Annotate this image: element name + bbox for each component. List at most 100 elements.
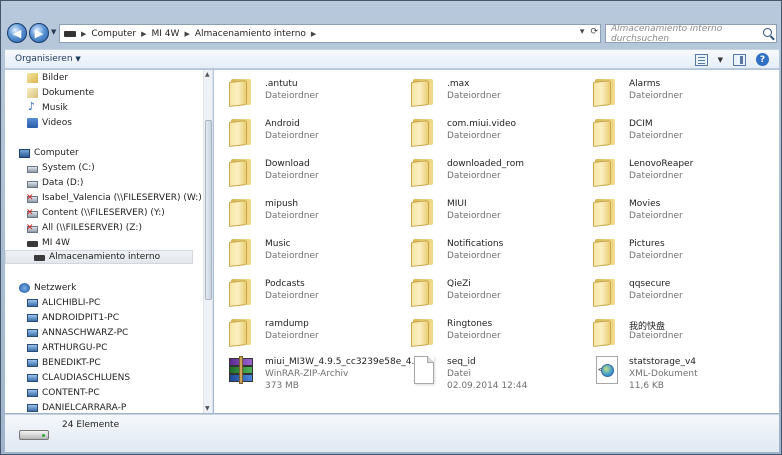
search-icon[interactable] [763,28,772,37]
view-dropdown-icon[interactable]: ▼ [718,56,723,64]
pc-icon [27,359,38,367]
nav-item-drive-d[interactable]: Data (D:) [27,176,83,190]
nav-label: ANNASCHWARZ-PC [42,328,129,338]
address-bar[interactable]: ▶ Computer ▶ MI 4W ▶ Almacenamiento inte… [59,24,601,43]
file-item[interactable]: Alarms Dateiordner [578,72,754,110]
file-item[interactable]: Download Dateiordner [214,152,390,190]
file-item[interactable]: .max Dateiordner [396,72,572,110]
file-item[interactable]: Movies Dateiordner [578,192,754,230]
nav-label: Videos [42,118,72,128]
file-item[interactable]: mipush Dateiordner [214,192,390,230]
file-type: Dateiordner [629,171,683,181]
file-item[interactable]: downloaded_rom Dateiordner [396,152,572,190]
file-item[interactable]: seq_id Datei 02.09.2014 12:44 [396,350,572,391]
file-name: mipush [265,199,299,209]
help-icon[interactable]: ? [756,53,769,66]
breadcrumb-storage[interactable]: Almacenamiento interno [195,29,306,39]
nav-scrollbar[interactable]: ▲ ▼ [203,70,212,413]
change-view-icon[interactable] [694,53,708,66]
breadcrumb-computer[interactable]: Computer [91,29,136,39]
file-item[interactable]: Podcasts Dateiordner [214,272,390,310]
nav-item-pc[interactable]: BENEDIKT-PC [27,356,101,370]
file-item[interactable]: MIUI Dateiordner [396,192,572,230]
nav-item-drive-z[interactable]: All (\\FILESERVER) (Z:) [26,221,142,235]
device-icon [27,241,38,247]
nav-item-music[interactable]: Musik [27,100,68,115]
back-button[interactable]: ◀ [7,23,27,43]
nav-item-pc[interactable]: ANNASCHWARZ-PC [27,326,128,340]
nav-item-pc[interactable]: DANIELCARRARA-P [27,401,126,413]
organize-button[interactable]: Organisieren ▼ [15,54,81,64]
file-name: downloaded_rom [447,159,525,169]
nav-item-documents[interactable]: Dokumente [27,86,94,100]
folder-icon [409,198,437,227]
pc-icon [27,404,38,412]
chevron-right-icon[interactable]: ▶ [311,30,316,38]
file-item[interactable]: qqsecure Dateiordner [578,272,754,310]
file-item[interactable]: ramdump Dateiordner [214,312,390,350]
chevron-down-icon: ▼ [75,55,81,63]
nav-label: ALICHIBLI-PC [42,298,101,308]
file-item[interactable]: 我的快盘 Dateiordner [578,312,754,350]
navigation-bar: ◀ ▶ ▼ ▶ Computer ▶ MI 4W ▶ Almacenamient… [5,21,779,47]
scroll-down-icon[interactable]: ▼ [205,405,210,412]
nav-label: Bilder [42,73,69,83]
folder-icon [409,158,437,187]
nav-item-drive-w[interactable]: Isabel_Valencia (\\FILESERVER) (W:) [26,191,202,205]
file-item[interactable]: Ringtones Dateiordner [396,312,572,350]
file-detail: 373 MB [265,381,299,391]
file-name: seq_id [447,357,476,367]
file-name: Android [265,119,300,129]
chevron-right-icon[interactable]: ▶ [81,30,86,38]
nav-item-network[interactable]: Netzwerk [19,281,76,295]
nav-label: Data (D:) [42,178,84,188]
file-name: qqsecure [629,279,671,289]
nav-item-drive-y[interactable]: Content (\\FILESERVER) (Y:) [26,206,165,220]
file-name: Movies [629,199,661,209]
file-type: Dateiordner [629,331,683,341]
file-type: Dateiordner [447,171,501,181]
file-item[interactable]: miui_MI3W_4.9.5_cc3239e58e_4.4 WinRAR-ZIP… [214,350,420,391]
file-item[interactable]: Android Dateiordner [214,112,390,150]
nav-item-pc[interactable]: ALICHIBLI-PC [27,296,100,310]
chevron-right-icon[interactable]: ▶ [141,30,146,38]
file-item[interactable]: < statstorage_v4 XML-Dokument 11,6 KB [578,350,754,391]
nav-item-computer[interactable]: Computer [19,146,79,160]
scroll-up-icon[interactable]: ▲ [205,71,210,78]
pc-icon [27,329,38,337]
preview-pane-icon[interactable] [733,53,746,66]
address-dropdown-icon[interactable]: ▾ [580,27,585,37]
nav-item-mi4w[interactable]: MI 4W [27,236,70,250]
chevron-right-icon[interactable]: ▶ [184,30,189,38]
scrollbar-thumb[interactable] [205,120,212,300]
nav-item-pictures[interactable]: Bilder [27,71,68,85]
nav-item-pc[interactable]: CLAUDIASCHLUENS [27,371,130,385]
folder-icon [409,78,437,107]
file-item[interactable]: DCIM Dateiordner [578,112,754,150]
file-item[interactable]: .antutu Dateiordner [214,72,390,110]
nav-item-pc[interactable]: ARTHURGU-PC [27,341,107,355]
file-list: .antutu Dateiordner .max Dateiordner Alarms D… [214,70,779,413]
recent-pages-dropdown-icon[interactable]: ▼ [51,28,56,36]
folder-icon [227,78,255,107]
file-item[interactable]: Pictures Dateiordner [578,232,754,270]
nav-item-internal-storage[interactable]: Almacenamiento interno [5,250,193,264]
forward-button[interactable]: ▶ [29,23,49,43]
command-bar: Organisieren ▼ ▼ ? [5,49,779,69]
file-item[interactable]: Music Dateiordner [214,232,390,270]
breadcrumb-mi4w[interactable]: MI 4W [152,29,180,39]
nav-item-videos[interactable]: Videos [27,116,72,130]
file-item[interactable]: com.miui.video Dateiordner [396,112,572,150]
file-name: .max [447,79,470,89]
nav-item-pc[interactable]: CONTENT-PC [27,386,100,400]
file-type: WinRAR-ZIP-Archiv [265,369,349,379]
file-item[interactable]: QieZi Dateiordner [396,272,572,310]
nav-item-pc[interactable]: ANDROIDPIT1-PC [27,311,119,325]
file-item[interactable]: LenovoReaper Dateiordner [578,152,754,190]
nav-item-drive-c[interactable]: System (C:) [27,161,95,175]
file-type: Dateiordner [265,131,319,141]
folder-icon [591,318,619,347]
refresh-icon[interactable]: ⟳ [590,27,598,37]
file-item[interactable]: Notifications Dateiordner [396,232,572,270]
search-input[interactable]: Almacenamiento interno durchsuchen [605,24,777,44]
